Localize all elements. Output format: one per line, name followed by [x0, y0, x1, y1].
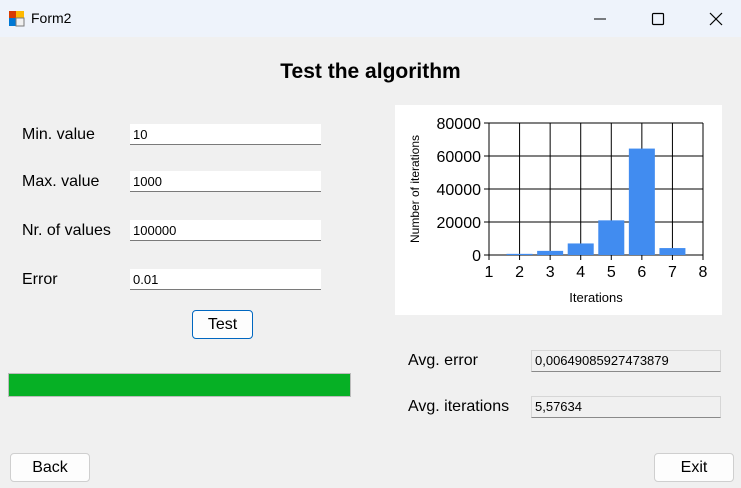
- max-value-label: Max. value: [22, 173, 100, 190]
- page-title: Test the algorithm: [280, 60, 461, 83]
- nr-of-values-input[interactable]: [130, 220, 321, 241]
- chart-bar: [659, 248, 686, 255]
- x-tick-label: 4: [576, 264, 585, 281]
- error-label: Error: [22, 271, 58, 288]
- app-icon: [9, 11, 25, 27]
- x-tick-label: 5: [607, 264, 616, 281]
- progress-fill: [9, 374, 350, 396]
- chart-svg: 1 2 3 4 5 6 7 8 0 20000 40000 60000 80000 Iterations N…: [408, 116, 708, 305]
- y-tick-label: 60000: [437, 149, 482, 166]
- avg-error-field[interactable]: 0,00649085927473879: [531, 350, 721, 372]
- max-value-input[interactable]: [130, 171, 321, 192]
- y-axis-label: Number of iterations: [408, 135, 422, 243]
- chart-bar: [506, 253, 533, 255]
- iterations-chart: 1 2 3 4 5 6 7 8 0 20000 40000 60000 80000 Iterations N…: [395, 105, 722, 315]
- close-button[interactable]: [696, 6, 736, 32]
- min-value-input[interactable]: [130, 124, 321, 145]
- x-tick-label: 1: [485, 264, 494, 281]
- chart-bar: [567, 243, 594, 255]
- avg-error-label: Avg. error: [408, 352, 478, 369]
- min-value-label: Min. value: [22, 126, 95, 143]
- x-tick-label: 2: [515, 264, 524, 281]
- y-tick-label: 0: [472, 248, 481, 265]
- exit-button[interactable]: Exit: [654, 453, 734, 482]
- title-bar: Form2: [0, 0, 741, 37]
- maximize-icon: [651, 12, 665, 26]
- x-tick-label: 3: [546, 264, 555, 281]
- avg-iterations-label: Avg. iterations: [408, 398, 510, 415]
- x-tick-label: 7: [668, 264, 677, 281]
- y-tick-label: 20000: [437, 215, 482, 232]
- progress-bar: [8, 373, 351, 397]
- x-axis-label: Iterations: [569, 290, 623, 305]
- close-icon: [709, 12, 723, 26]
- x-tick-label: 8: [699, 264, 708, 281]
- avg-iterations-field[interactable]: 5,57634: [531, 396, 721, 418]
- y-tick-label: 40000: [437, 182, 482, 199]
- back-button[interactable]: Back: [10, 453, 90, 482]
- window-title: Form2: [31, 10, 72, 26]
- chart-bar: [537, 250, 564, 255]
- x-tick-label: 6: [637, 264, 646, 281]
- test-button[interactable]: Test: [192, 310, 253, 339]
- y-tick-label: 80000: [437, 116, 482, 133]
- error-input[interactable]: [130, 269, 321, 290]
- chart-bar: [598, 220, 625, 255]
- minimize-button[interactable]: [580, 6, 620, 32]
- minimize-icon: [594, 18, 606, 20]
- maximize-button[interactable]: [638, 6, 678, 32]
- nr-of-values-label: Nr. of values: [22, 222, 111, 239]
- chart-bar: [628, 148, 655, 255]
